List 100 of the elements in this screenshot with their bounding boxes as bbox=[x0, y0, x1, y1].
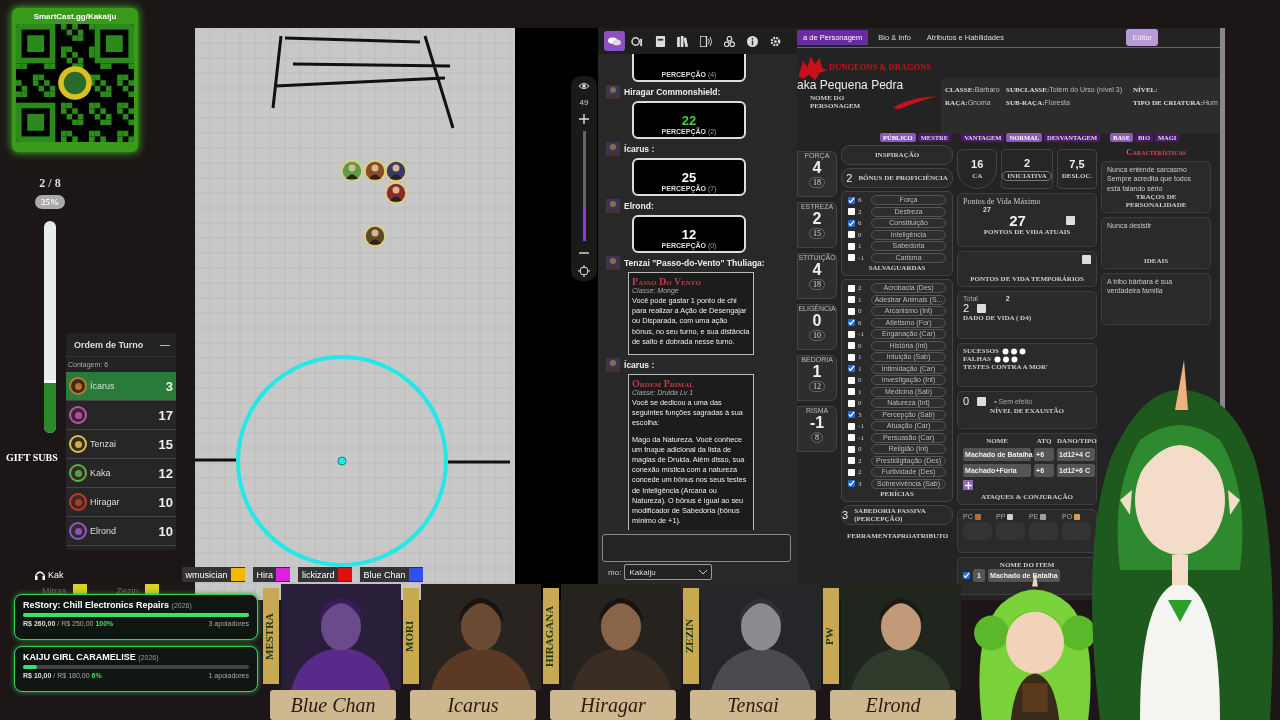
library-icon bbox=[677, 35, 691, 47]
book-icon bbox=[655, 35, 667, 47]
combatant-name: Kaka bbox=[90, 468, 111, 478]
avatar-icon bbox=[606, 256, 621, 270]
spinner-control[interactable] bbox=[977, 303, 987, 313]
zoom-in-button[interactable] bbox=[578, 113, 590, 125]
save-dots-icon[interactable] bbox=[1001, 347, 1026, 355]
ability-modifier: 0 bbox=[812, 312, 822, 330]
token-icon[interactable] bbox=[385, 182, 407, 204]
speaker-name: Tenzai "Passo-do-Vento" Thuliaga: bbox=[624, 258, 765, 268]
chat-input-field[interactable] bbox=[602, 534, 792, 562]
stat-value: 16 bbox=[971, 158, 984, 170]
ability-modifier: 4 bbox=[812, 261, 822, 279]
spinner-control[interactable] bbox=[1065, 216, 1075, 225]
checkbox[interactable] bbox=[848, 353, 856, 361]
checkbox[interactable] bbox=[848, 242, 856, 250]
checkbox[interactable] bbox=[848, 254, 856, 262]
role-label: MORI bbox=[403, 588, 419, 684]
checkbox[interactable] bbox=[963, 572, 971, 579]
token-icon[interactable] bbox=[341, 160, 363, 182]
token-icon[interactable] bbox=[385, 160, 407, 182]
checkbox[interactable] bbox=[848, 411, 856, 419]
checkbox[interactable] bbox=[848, 422, 856, 430]
plus-icon bbox=[579, 114, 589, 124]
page-count: 2 / 8 bbox=[39, 176, 61, 191]
coin-icon bbox=[974, 513, 981, 520]
speaker-name: Elrond: bbox=[624, 201, 654, 211]
role-label: HIRAGANA bbox=[543, 588, 559, 684]
player-name: Icarus bbox=[410, 690, 536, 720]
eye-icon[interactable] bbox=[578, 80, 590, 92]
coin-icon bbox=[1040, 513, 1047, 520]
speaker-name: Hiragar Commonshield: bbox=[624, 87, 721, 97]
turn-entry[interactable]: Ícarus 3 bbox=[66, 372, 176, 401]
spinner-control[interactable] bbox=[977, 396, 987, 406]
proficiency-value: 2 bbox=[846, 172, 853, 184]
checkbox[interactable] bbox=[848, 468, 856, 476]
coin-icon bbox=[1074, 513, 1081, 520]
checkbox[interactable] bbox=[848, 307, 856, 315]
player-name: Elrond bbox=[830, 690, 956, 720]
checkbox[interactable] bbox=[848, 399, 856, 407]
ability-modifier: 1 bbox=[812, 363, 822, 381]
checkbox[interactable] bbox=[848, 376, 856, 384]
gift-subs-label: GIFT SUBS bbox=[6, 452, 58, 463]
checkbox[interactable] bbox=[848, 330, 856, 338]
checkbox[interactable] bbox=[848, 208, 856, 216]
save-dots-icon[interactable] bbox=[993, 355, 1018, 363]
add-button[interactable] bbox=[963, 480, 974, 490]
checkbox[interactable] bbox=[848, 457, 856, 465]
percent-badge: 25% bbox=[35, 195, 65, 209]
initiative-value: 3 bbox=[165, 378, 173, 394]
initiative-value: 10 bbox=[158, 494, 173, 510]
combatant-name: Ícarus bbox=[90, 381, 115, 391]
current-hp-value: 27 bbox=[1009, 213, 1026, 228]
panel-title: Ordem de Turno bbox=[74, 339, 144, 350]
collapse-button[interactable]: — bbox=[160, 339, 170, 350]
plus-icon bbox=[964, 481, 972, 489]
combatant-name: Tenzai bbox=[90, 439, 116, 449]
settings-icon bbox=[770, 35, 782, 47]
player-name: Hiragar bbox=[550, 690, 676, 720]
checkbox[interactable] bbox=[848, 231, 856, 239]
roll-total: 12 bbox=[681, 227, 697, 242]
sidebar-tab[interactable] bbox=[604, 31, 626, 51]
checkbox[interactable] bbox=[848, 445, 856, 453]
checkbox[interactable] bbox=[848, 196, 856, 204]
qr-code-icon bbox=[16, 24, 134, 142]
checkbox[interactable] bbox=[848, 284, 856, 292]
speaking-as-select[interactable]: Kakaiju bbox=[624, 564, 713, 580]
avatar-icon bbox=[606, 358, 621, 372]
zoom-value: 49 bbox=[579, 98, 589, 107]
player-name: Blue Chan bbox=[270, 690, 396, 720]
speaking-as-label: mo: bbox=[608, 567, 622, 577]
checkbox[interactable] bbox=[848, 219, 856, 227]
spinner-control[interactable] bbox=[1082, 255, 1092, 264]
checkbox[interactable] bbox=[848, 388, 856, 396]
speaker-tag: Hira bbox=[252, 567, 291, 582]
checkbox[interactable] bbox=[848, 342, 856, 350]
avatar-icon bbox=[606, 199, 621, 213]
chat-icon bbox=[608, 35, 622, 47]
initiative-value: 15 bbox=[158, 436, 173, 452]
passive-value: 3 bbox=[842, 509, 849, 521]
ability-modifier: 2 bbox=[812, 210, 822, 228]
token-icon[interactable] bbox=[364, 225, 386, 247]
target-icon[interactable] bbox=[578, 265, 590, 277]
token-icon[interactable] bbox=[364, 160, 386, 182]
zoom-slider[interactable] bbox=[582, 131, 586, 241]
hit-dice-value: 2 bbox=[963, 302, 970, 314]
checkbox[interactable] bbox=[848, 296, 856, 304]
logo-text: DUNGEONS & DRAGONS bbox=[829, 62, 932, 72]
checkbox[interactable] bbox=[848, 365, 856, 373]
checkbox[interactable] bbox=[848, 319, 856, 327]
roll-total: 25 bbox=[681, 170, 697, 185]
listener-name: Kak bbox=[35, 569, 64, 580]
checkbox[interactable] bbox=[848, 434, 856, 442]
card-title: Ordem Primal bbox=[632, 378, 695, 389]
role-label: MESTRA bbox=[263, 588, 279, 684]
speaker-name: Ícarus : bbox=[624, 144, 655, 154]
checkbox[interactable] bbox=[848, 480, 856, 488]
roll-total: 22 bbox=[681, 113, 697, 128]
info-icon bbox=[747, 35, 759, 47]
ability-modifier: -1 bbox=[809, 414, 825, 432]
